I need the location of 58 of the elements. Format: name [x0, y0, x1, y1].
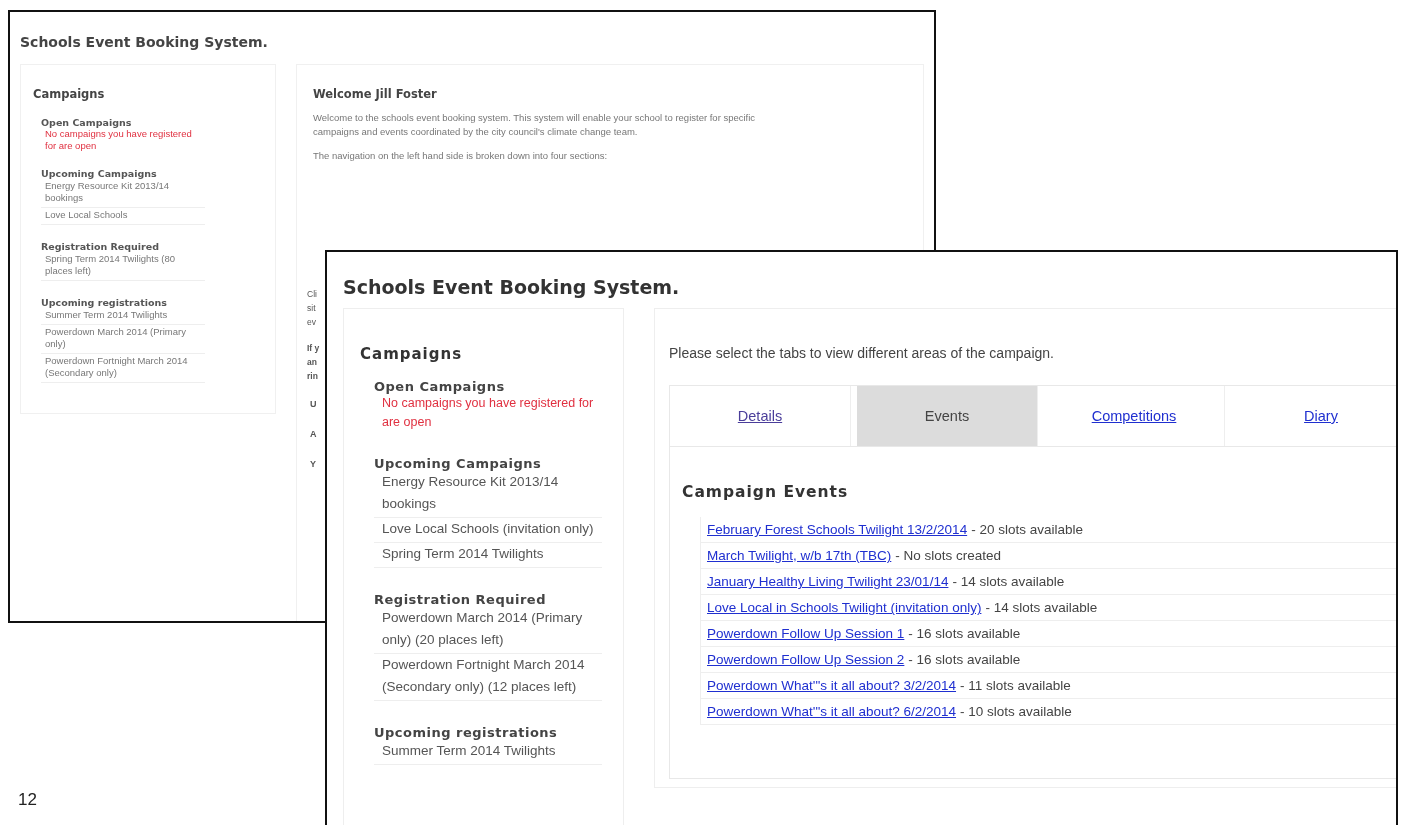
campaign-link[interactable]: Spring Term 2014 Twilights (80 places left) [41, 252, 205, 281]
event-link[interactable]: Powerdown What'"s it all about? 6/2/2014 [707, 704, 957, 719]
event-link[interactable]: Love Local in Schools Twilight (invitation only) [707, 600, 982, 615]
event-link[interactable]: January Healthy Living Twilight 23/01/14 [707, 574, 949, 589]
campaign-link[interactable]: Love Local Schools [41, 208, 205, 225]
slots-text: - 11 slots available [960, 678, 1071, 693]
section-heading: Registration Required [41, 241, 160, 252]
slots-text: - 14 slots available [952, 574, 1065, 589]
paragraph-text-fragment: sit [307, 302, 316, 315]
intro-text: Please select the tabs to view different areas of the campaign. [669, 345, 1055, 361]
list-item-fragment: U [310, 399, 317, 409]
notice-text: No campaigns you have registered for are open [381, 395, 595, 431]
events-heading: Campaign Events [682, 483, 850, 501]
paragraph-text-fragment: ev [307, 316, 316, 329]
section-heading: Upcoming Campaigns [41, 168, 158, 179]
event-link[interactable]: Powerdown What'"s it all about? 3/2/2014 [707, 678, 957, 693]
campaign-link[interactable]: Energy Resource Kit 2013/14 bookings [374, 471, 602, 518]
campaign-link[interactable]: Powerdown March 2014 (Primary only) (20 places left) [374, 607, 602, 654]
campaign-link[interactable]: Powerdown March 2014 (Primary only) [41, 325, 205, 354]
notice-text: No campaigns you have registered for are open [44, 128, 193, 152]
paragraph-text-fragment: an [307, 356, 317, 369]
section-heading: Upcoming Campaigns [374, 456, 543, 471]
paragraph-text: The navigation on the left hand side is broken down into four sections: [313, 149, 609, 163]
paragraph-text-fragment: rin [307, 370, 318, 383]
slots-text: - 10 slots available [960, 704, 1072, 719]
list-item-fragment: A [310, 429, 317, 439]
event-link[interactable]: March Twilight, w/b 17th (TBC) [707, 548, 892, 563]
campaign-link[interactable]: Energy Resource Kit 2013/14 bookings [41, 179, 205, 208]
event-link[interactable]: Powerdown Follow Up Session 2 [707, 652, 905, 667]
campaign-link[interactable]: Spring Term 2014 Twilights [374, 543, 602, 568]
section-heading: Open Campaigns [374, 379, 506, 394]
slots-text: - No slots created [895, 548, 1002, 563]
paragraph-text-fragment: If y [307, 342, 320, 355]
sidebar-heading: Campaigns [360, 345, 464, 363]
slots-text: - 20 slots available [971, 522, 1083, 537]
section-heading: Registration Required [374, 592, 547, 607]
paragraph-text-fragment: Cli [307, 288, 317, 301]
campaign-link[interactable]: Summer Term 2014 Twilights [41, 308, 205, 325]
site-title: Schools Event Booking System. [343, 276, 681, 298]
campaign-link[interactable]: Powerdown Fortnight March 2014 (Secondary only) (12 places left) [374, 654, 602, 701]
slots-text: - 14 slots available [985, 600, 1098, 615]
list-item-fragment: Y [310, 459, 316, 469]
section-heading: Upcoming registrations [41, 297, 168, 308]
event-link[interactable]: February Forest Schools Twilight 13/2/2014 [707, 522, 968, 537]
campaign-link[interactable]: Powerdown Fortnight March 2014 (Secondary only) [41, 354, 205, 383]
section-heading: Open Campaigns [41, 117, 133, 128]
section-heading: Upcoming registrations [374, 725, 559, 740]
sidebar-heading: Campaigns [33, 87, 106, 101]
page-number: 12 [18, 790, 37, 810]
event-link[interactable]: Powerdown Follow Up Session 1 [707, 626, 905, 641]
tab[interactable]: Events [857, 386, 1038, 446]
slots-text: - 16 slots available [908, 652, 1021, 667]
slots-text: - 16 slots available [908, 626, 1021, 641]
campaign-link[interactable]: Love Local Schools (invitation only) [374, 518, 602, 543]
campaign-link[interactable]: Summer Term 2014 Twilights [374, 740, 602, 765]
welcome-heading: Welcome Jill Foster [313, 87, 438, 101]
paragraph-text: Welcome to the schools event booking system. This system will enable your school to register for specific campaigns and events coordinated by the city council's climate change team. [313, 111, 757, 139]
site-title: Schools Event Booking System. [20, 34, 269, 50]
